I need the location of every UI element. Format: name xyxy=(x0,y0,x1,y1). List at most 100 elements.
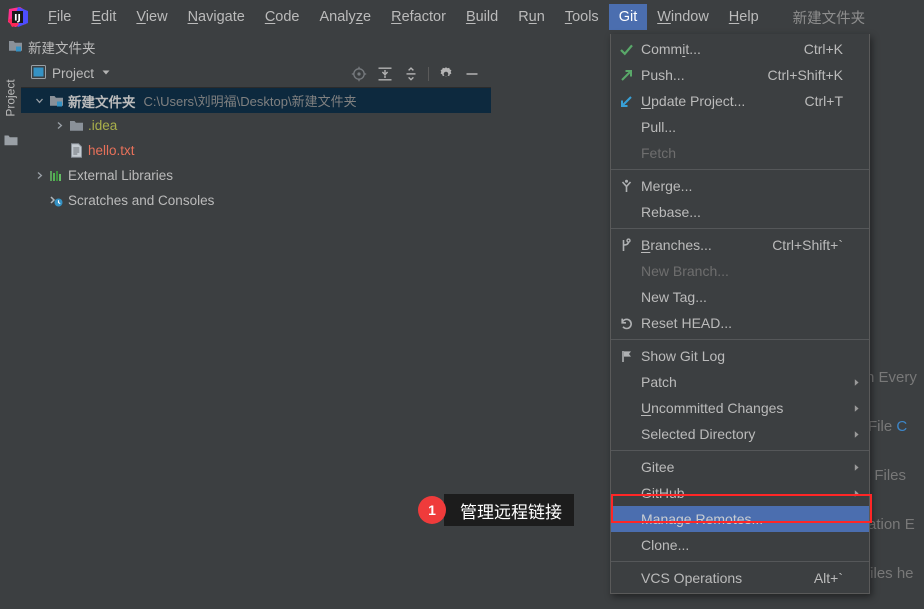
editor-hint-text: files he xyxy=(866,565,914,582)
git-menu-item-pull[interactable]: Pull... xyxy=(611,114,869,140)
git-menu-item-clone[interactable]: Clone... xyxy=(611,532,869,558)
git-menu-item-reset-head[interactable]: Reset HEAD... xyxy=(611,310,869,336)
submenu-arrow-icon xyxy=(849,404,863,413)
locate-in-tree-icon[interactable] xyxy=(346,60,372,87)
menu-bar-item-code[interactable]: Code xyxy=(255,4,310,30)
collapse-all-icon[interactable] xyxy=(398,60,424,87)
git-menu-item-push[interactable]: Push... Ctrl+Shift+K xyxy=(611,62,869,88)
git-menu-item-shortcut: Ctrl+Shift+K xyxy=(767,67,843,83)
libraries-icon xyxy=(47,169,65,183)
git-menu-item-new-tag[interactable]: New Tag... xyxy=(611,284,869,310)
menu-bar-item-help[interactable]: Help xyxy=(719,4,769,30)
menu-bar-item-window[interactable]: Window xyxy=(647,4,719,30)
git-menu-item-patch[interactable]: Patch xyxy=(611,369,869,395)
module-folder-icon xyxy=(8,39,23,56)
svg-text:IJ: IJ xyxy=(14,14,21,24)
hide-panel-icon[interactable] xyxy=(459,60,485,87)
callout-badge: 1 xyxy=(418,496,446,524)
git-menu-item-update-project[interactable]: Update Project... Ctrl+T xyxy=(611,88,869,114)
editor-hint-line: n Every xyxy=(866,369,917,386)
editor-hint-text: n Every xyxy=(866,369,917,386)
git-menu-item-merge[interactable]: Merge... xyxy=(611,173,869,199)
editor-hint-line: t Files xyxy=(866,467,906,484)
expand-all-icon[interactable] xyxy=(372,60,398,87)
scratches-icon xyxy=(47,194,65,208)
menu-bar-item-label: Refactor xyxy=(391,9,446,25)
git-menu-item-branches[interactable]: Branches... Ctrl+Shift+` xyxy=(611,232,869,258)
menu-bar-item-label: Analyze xyxy=(319,9,372,25)
breadcrumb-label: 新建文件夹 xyxy=(28,41,96,56)
breadcrumb[interactable]: 新建文件夹 xyxy=(8,37,96,57)
settings-gear-icon[interactable] xyxy=(433,60,459,87)
menu-bar-item-build[interactable]: Build xyxy=(456,4,508,30)
editor-hint-shortcut: C xyxy=(896,418,908,435)
sidebar-tab-project[interactable]: Project xyxy=(0,68,21,128)
menu-bar-item-label: Code xyxy=(264,9,300,25)
git-menu-item-shortcut: Alt+` xyxy=(813,570,843,586)
editor-hint-line: ation E xyxy=(868,516,915,533)
menu-bar-item-run[interactable]: Run xyxy=(508,4,555,30)
menu-bar-item-analyze[interactable]: Analyze xyxy=(310,4,382,30)
chevron-down-icon[interactable] xyxy=(100,66,112,81)
merge-icon xyxy=(611,179,641,194)
menu-bar-item-edit[interactable]: Edit xyxy=(81,4,126,30)
menu-bar-item-git[interactable]: Git xyxy=(608,4,648,30)
tree-row[interactable]: hello.txt xyxy=(21,138,491,163)
editor-hint-text: ation E xyxy=(868,516,915,533)
git-menu-item-show-git-log[interactable]: Show Git Log xyxy=(611,343,869,369)
tree-row[interactable]: Scratches and Consoles xyxy=(21,188,491,213)
tree-row[interactable]: 新建文件夹 C:\Users\刘明福\Desktop\新建文件夹 xyxy=(21,88,491,113)
chevron-down-icon[interactable] xyxy=(31,96,47,105)
module-folder-icon xyxy=(47,94,65,108)
git-menu-item-label: Branches... xyxy=(641,237,712,253)
git-menu-item-new-branch: New Branch... xyxy=(611,258,869,284)
menu-bar-item-file[interactable]: File xyxy=(38,4,81,30)
menu-separator xyxy=(611,169,869,170)
git-menu-item-vcs-operations[interactable]: VCS Operations Alt+` xyxy=(611,565,869,591)
git-menu-item-label: Fetch xyxy=(641,145,677,161)
git-menu-item-shortcut: Ctrl+K xyxy=(803,41,843,57)
tree-item-label: 新建文件夹 xyxy=(68,94,136,110)
branch-icon xyxy=(611,237,641,253)
menu-separator xyxy=(611,228,869,229)
menu-bar-item-view[interactable]: View xyxy=(126,4,177,30)
git-menu-item-label: VCS Operations xyxy=(641,570,743,586)
chevron-right-icon[interactable] xyxy=(51,121,67,130)
project-panel-header: Project xyxy=(21,60,491,88)
tree-item-label: hello.txt xyxy=(88,143,135,158)
commit-check-icon xyxy=(611,42,641,57)
submenu-arrow-icon xyxy=(849,463,863,472)
menu-bar-item-navigate[interactable]: Navigate xyxy=(178,4,255,30)
tree-row[interactable]: External Libraries xyxy=(21,163,491,188)
project-tree: 新建文件夹 C:\Users\刘明福\Desktop\新建文件夹 .idea hell… xyxy=(21,88,491,609)
chevron-right-icon[interactable] xyxy=(31,171,47,180)
git-menu-item-selected-directory[interactable]: Selected Directory xyxy=(611,421,869,447)
menu-bar-item-label: Edit xyxy=(91,9,117,25)
git-menu-item-github[interactable]: GitHub xyxy=(611,480,869,506)
git-menu-item-label: Rebase... xyxy=(641,204,701,220)
folder-icon xyxy=(67,119,85,133)
menu-bar-item-label: Navigate xyxy=(187,9,245,25)
git-menu-item-commit[interactable]: Commit... Ctrl+K xyxy=(611,36,869,62)
reset-head-icon xyxy=(611,316,641,331)
git-menu-item-manage-remotes[interactable]: Manage Remotes... xyxy=(611,506,869,532)
window-project-title: 新建文件夹 xyxy=(792,10,866,27)
menu-bar-item-tools[interactable]: Tools xyxy=(555,4,609,30)
folder-icon[interactable] xyxy=(4,134,18,150)
tree-row[interactable]: .idea xyxy=(21,113,491,138)
git-menu-item-label: Show Git Log xyxy=(641,348,726,364)
left-tool-window-bar: Project xyxy=(0,60,22,609)
git-menu-item-label: Patch xyxy=(641,374,677,390)
editor-hint-line: files he xyxy=(866,565,914,582)
git-menu-item-gitee[interactable]: Gitee xyxy=(611,454,869,480)
git-menu-item-uncommitted-changes[interactable]: Uncommitted Changes xyxy=(611,395,869,421)
editor-hint-text: t Files xyxy=(866,467,907,484)
git-menu-item-fetch: Fetch xyxy=(611,140,869,166)
git-menu-item-label: Clone... xyxy=(641,537,690,553)
git-menu-item-label: New Tag... xyxy=(641,289,707,305)
submenu-arrow-icon xyxy=(849,430,863,439)
git-menu-item-rebase[interactable]: Rebase... xyxy=(611,199,869,225)
menu-bar-item-label: Git xyxy=(618,9,638,25)
menu-bar-item-refactor[interactable]: Refactor xyxy=(381,4,456,30)
git-dropdown-menu: Commit... Ctrl+K Push... Ctrl+Shift+K Update… xyxy=(610,34,870,594)
